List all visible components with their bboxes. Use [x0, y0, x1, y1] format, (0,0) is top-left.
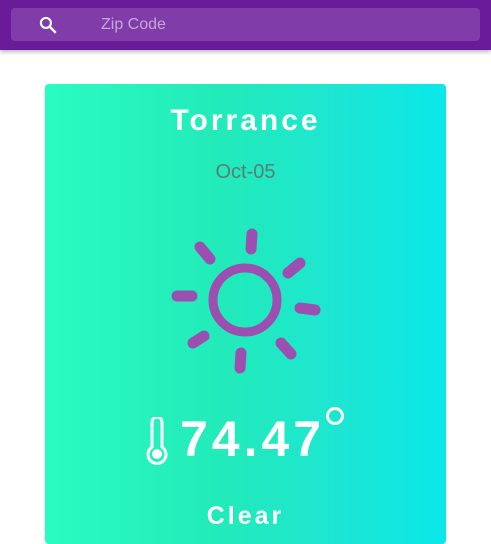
weather-card: Torrance Oct-05 74.47 Clear	[45, 84, 446, 544]
temperature-value: 74.47	[180, 411, 326, 467]
degree-icon	[326, 407, 344, 425]
app-bar	[0, 0, 491, 50]
weather-condition: Clear	[206, 502, 285, 530]
thermometer-icon	[146, 417, 168, 465]
city-name: Torrance	[170, 104, 321, 137]
search-bar[interactable]	[11, 8, 481, 41]
zip-code-input[interactable]	[91, 8, 481, 41]
sun-icon	[171, 228, 321, 374]
search-icon[interactable]	[38, 15, 58, 35]
forecast-date: Oct-05	[215, 161, 276, 183]
temperature-row: 74.47	[45, 402, 446, 472]
